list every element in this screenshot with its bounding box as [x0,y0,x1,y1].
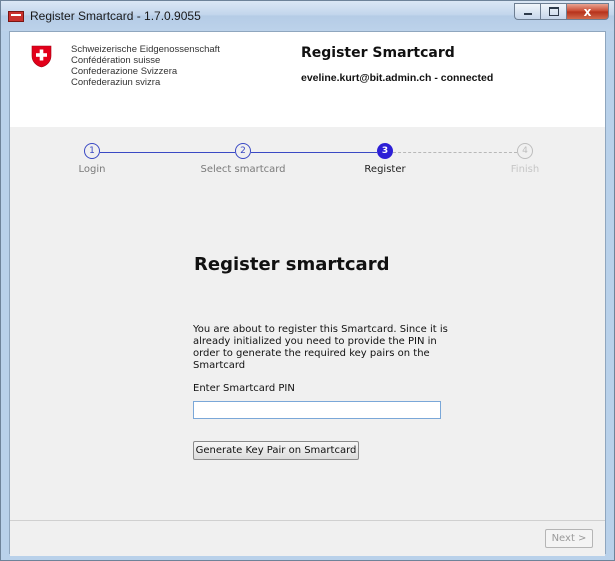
step-1-circle: 1 [84,143,100,159]
step-4-circle: 4 [517,143,533,159]
maximize-icon [548,7,559,16]
close-icon: x [583,4,592,19]
header-title: Register Smartcard [301,45,455,61]
title-bar[interactable]: Register Smartcard - 1.7.0.9055 x [1,1,614,31]
client-area: Schweizerische Eidgenossenschaft Confédé… [9,31,606,556]
confederation-names: Schweizerische Eidgenossenschaft Confédé… [71,44,220,88]
maximize-button[interactable] [540,3,566,20]
header: Schweizerische Eidgenossenschaft Confédé… [10,32,605,128]
step-1-label: Login [78,164,106,175]
confederation-line-it: Confederazione Svizzera [71,66,178,77]
step-connector [100,152,235,153]
step-4-label: Finish [510,164,540,175]
step-3-circle: 3 [377,143,393,159]
progress-stepper: 1 2 3 4 Login Select smartcard Register … [10,127,605,187]
swiss-flag-icon [31,45,52,68]
app-window: Register Smartcard - 1.7.0.9055 x Schwei… [0,0,615,561]
confederation-line-fr: Confédération suisse [71,55,161,66]
confederation-line-de: Schweizerische Eidgenossenschaft [71,44,220,55]
step-connector-pending [393,152,517,153]
close-button[interactable]: x [566,3,609,20]
footer: Next > [10,520,605,556]
step-3-label: Register [364,164,406,175]
page-title: Register smartcard [194,254,390,275]
confederation-line-rm: Confederaziun svizra [71,77,161,88]
generate-key-pair-button[interactable]: Generate Key Pair on Smartcard [193,441,359,460]
content-panel: 1 2 3 4 Login Select smartcard Register … [10,127,605,520]
window-title: Register Smartcard - 1.7.0.9055 [30,9,201,23]
pin-input[interactable] [193,401,441,419]
step-2-label: Select smartcard [200,164,286,175]
minimize-icon [523,13,532,15]
next-button[interactable]: Next > [545,529,593,548]
caption-buttons: x [514,3,609,20]
step-2-circle: 2 [235,143,251,159]
app-icon [8,11,24,22]
user-status: eveline.kurt@bit.admin.ch - connected [301,72,494,84]
description-text: You are about to register this Smartcard… [193,324,448,371]
pin-label: Enter Smartcard PIN [193,383,295,394]
step-connector [251,152,377,153]
minimize-button[interactable] [514,3,540,20]
